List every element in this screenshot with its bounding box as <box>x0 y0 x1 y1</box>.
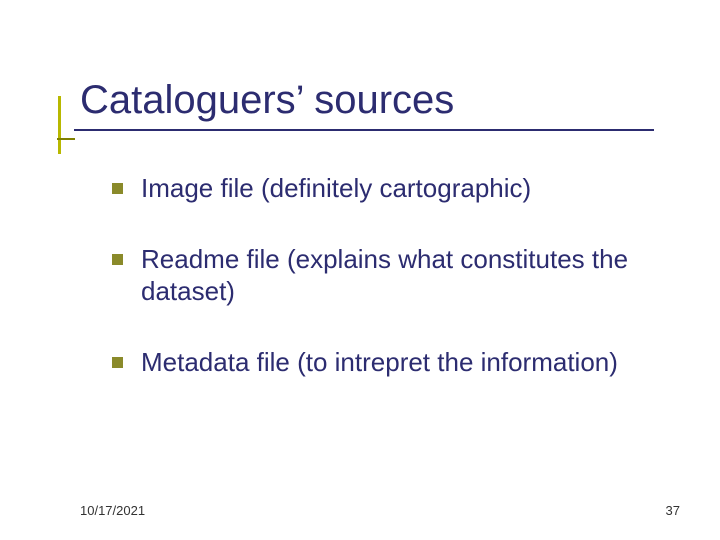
slide: Cataloguers’ sources Image file (definit… <box>0 0 720 540</box>
footer-page-number: 37 <box>666 503 680 518</box>
square-bullet-icon <box>112 357 123 368</box>
accent-short-bar <box>57 138 75 140</box>
list-item: Metadata file (to intrepret the informat… <box>112 346 660 379</box>
accent-vertical-bar <box>58 96 61 154</box>
list-item-text: Image file (definitely cartographic) <box>141 172 531 205</box>
list-item: Image file (definitely cartographic) <box>112 172 660 205</box>
footer-date: 10/17/2021 <box>80 503 145 518</box>
list-item-text: Readme file (explains what constitutes t… <box>141 243 660 308</box>
square-bullet-icon <box>112 183 123 194</box>
slide-title: Cataloguers’ sources <box>80 78 660 123</box>
square-bullet-icon <box>112 254 123 265</box>
title-area: Cataloguers’ sources <box>80 78 660 131</box>
list-item: Readme file (explains what constitutes t… <box>112 243 660 308</box>
title-underline <box>74 129 654 131</box>
body-area: Image file (definitely cartographic) Rea… <box>112 172 660 416</box>
list-item-text: Metadata file (to intrepret the informat… <box>141 346 618 379</box>
